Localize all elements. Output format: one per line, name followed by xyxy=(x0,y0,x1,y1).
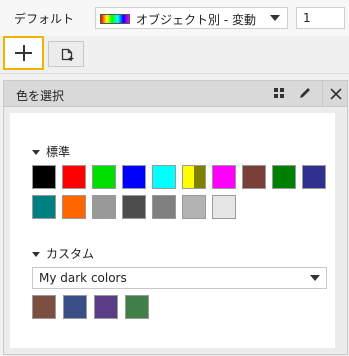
color-swatch[interactable] xyxy=(32,195,56,219)
default-label: デフォルト xyxy=(14,12,75,26)
color-swatch[interactable] xyxy=(122,165,146,189)
color-swatch[interactable] xyxy=(92,165,116,189)
color-swatch[interactable] xyxy=(92,195,116,219)
series-row: デフォルト オブジェクト別 - 変動 1 xyxy=(0,0,349,36)
collapse-triangle-icon xyxy=(32,150,40,155)
color-picker-panel: 色を選択 標準 カスタム My dark colors xyxy=(3,80,348,355)
color-swatch[interactable] xyxy=(94,295,118,319)
plus-icon-stem xyxy=(22,45,25,61)
chevron-down-icon xyxy=(310,275,320,281)
color-swatch[interactable] xyxy=(302,165,326,189)
chevron-down-icon xyxy=(270,15,280,21)
custom-title-text: カスタム xyxy=(46,247,95,261)
color-scheme-dropdown[interactable]: オブジェクト別 - 変動 xyxy=(95,7,288,29)
color-swatch[interactable] xyxy=(63,295,87,319)
custom-palette-select[interactable]: My dark colors xyxy=(32,267,327,289)
number-field[interactable]: 1 xyxy=(296,7,345,29)
color-swatch[interactable] xyxy=(122,195,146,219)
custom-palette-value: My dark colors xyxy=(39,271,127,285)
color-swatch[interactable] xyxy=(62,195,86,219)
custom-section-title[interactable]: カスタム xyxy=(32,245,94,262)
color-swatch[interactable] xyxy=(62,165,86,189)
standard-section-title[interactable]: 標準 xyxy=(32,143,70,160)
grid-view-icon[interactable] xyxy=(274,88,285,99)
panel-header: 色を選択 xyxy=(4,81,347,107)
color-swatch[interactable] xyxy=(182,165,206,189)
panel-title: 色を選択 xyxy=(16,89,65,103)
color-swatch[interactable] xyxy=(152,195,176,219)
add-button[interactable] xyxy=(3,36,44,70)
duplicate-icon xyxy=(61,48,74,61)
color-swatch[interactable] xyxy=(32,295,56,319)
collapse-triangle-icon xyxy=(32,252,40,257)
duplicate-button[interactable] xyxy=(48,41,84,67)
color-swatch[interactable] xyxy=(152,165,176,189)
close-icon xyxy=(330,88,342,100)
color-swatch[interactable] xyxy=(125,295,149,319)
pencil-icon[interactable] xyxy=(298,86,312,100)
gradient-icon xyxy=(100,14,130,24)
panel-content: 標準 カスタム My dark colors xyxy=(10,113,335,348)
color-swatch[interactable] xyxy=(272,165,296,189)
divider xyxy=(0,73,349,74)
color-swatch[interactable] xyxy=(32,165,56,189)
dropdown-value: オブジェクト別 - 変動 xyxy=(136,13,256,27)
standard-title-text: 標準 xyxy=(46,145,71,159)
close-button[interactable] xyxy=(322,81,348,107)
color-swatch[interactable] xyxy=(212,165,236,189)
color-swatch[interactable] xyxy=(242,165,266,189)
color-swatch[interactable] xyxy=(182,195,206,219)
color-swatch[interactable] xyxy=(212,195,236,219)
